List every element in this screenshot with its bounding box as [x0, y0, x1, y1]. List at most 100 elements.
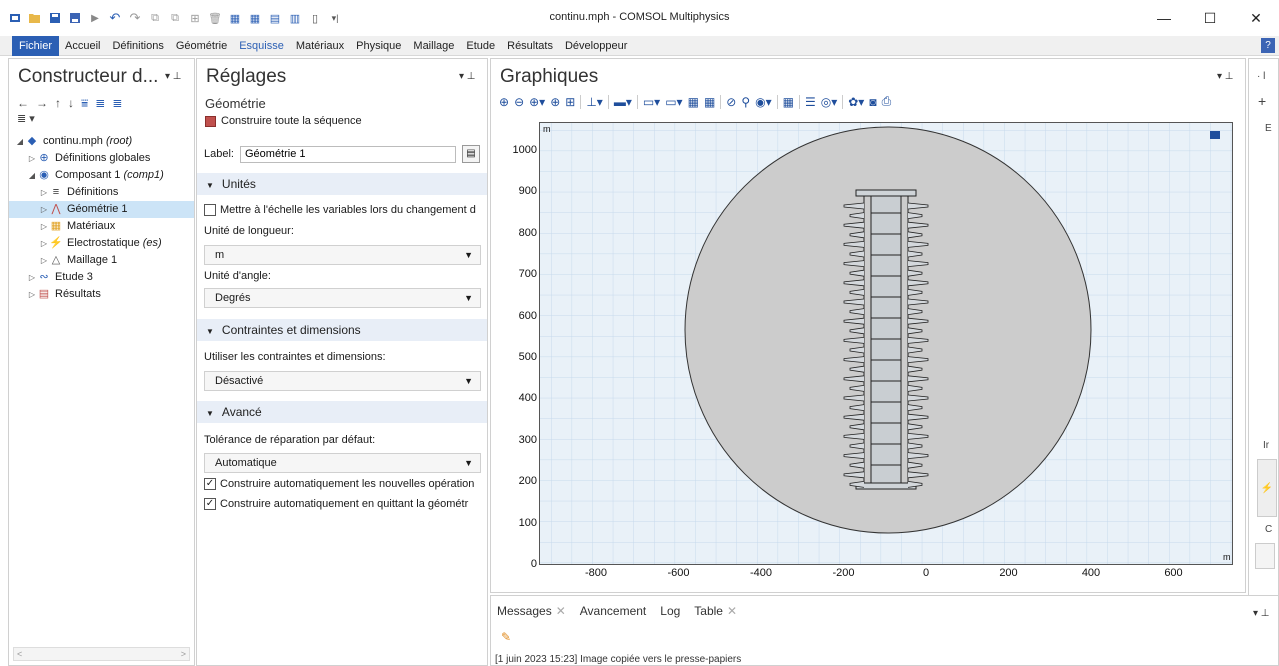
auto-build-leave-box[interactable]: ✓	[204, 498, 216, 510]
minimize-button[interactable]: —	[1141, 0, 1187, 36]
scale-variables-checkbox[interactable]: Mettre à l'échelle les variables lors du…	[204, 204, 484, 216]
select-objects-icon[interactable]: ▭▾	[665, 95, 682, 109]
tree-item-0[interactable]: ◢ ◆ continu.mph (root)	[9, 133, 194, 150]
menu-fichier[interactable]: Fichier	[12, 36, 60, 56]
study-icon: ∾	[39, 271, 49, 283]
right-panel-box[interactable]	[1255, 543, 1275, 569]
tree-options-icon[interactable]: ≣ ▾	[17, 112, 35, 125]
zoom-selected-icon[interactable]: ⊕	[550, 95, 560, 109]
transparency-icon[interactable]: ☰	[805, 95, 816, 109]
show-icon[interactable]: ⚲	[741, 95, 750, 109]
right-panel-tab[interactable]: · l	[1257, 71, 1265, 82]
tree-item-5[interactable]: ▷ ▦ Matériaux	[9, 218, 194, 235]
menu-geometrie[interactable]: Géométrie	[170, 36, 233, 56]
add-icon[interactable]: +	[1258, 93, 1266, 109]
expand-arrow-icon[interactable]: ▷	[39, 218, 49, 235]
section-constraints[interactable]: ▼ Contraintes et dimensions	[197, 319, 487, 341]
menu-esquisse[interactable]: Esquisse	[233, 36, 290, 56]
back-icon[interactable]: ←	[17, 96, 29, 111]
graphics-panel-menu-icon[interactable]: ▾ ⊥	[1217, 71, 1234, 82]
menu-etude[interactable]: Etude	[460, 36, 501, 56]
label-edit-icon[interactable]: ▤	[462, 145, 480, 163]
deselect-icon[interactable]: ▦	[704, 95, 715, 109]
angle-unit-select[interactable]: Degrés ▼	[204, 288, 481, 308]
render-icon[interactable]: ◎▾	[821, 95, 838, 109]
axis-view-icon[interactable]: ⊥▾	[586, 95, 602, 109]
length-unit-select[interactable]: m ▼	[204, 245, 481, 265]
help-button[interactable]: ?	[1261, 38, 1275, 53]
expand-arrow-icon[interactable]: ▷	[39, 201, 49, 218]
repair-tolerance-select[interactable]: Automatique ▼	[204, 453, 481, 473]
chevron-down-icon: ▼	[464, 376, 473, 386]
close-button[interactable]: ✕	[1233, 0, 1279, 36]
clear-messages-icon[interactable]: ✎	[501, 630, 511, 644]
reset-view-icon[interactable]: ✿▾	[848, 95, 864, 109]
hide-icon[interactable]: ⊘	[726, 95, 736, 109]
select-all-icon[interactable]: ▦	[688, 95, 699, 109]
auto-build-new-checkbox[interactable]: ✓ Construire automatiquement les nouvell…	[204, 478, 484, 490]
section-advanced[interactable]: ▼ Avancé	[197, 401, 487, 423]
expand-arrow-icon[interactable]: ▷	[27, 150, 37, 167]
forward-icon[interactable]: →	[36, 96, 48, 111]
menu-physique[interactable]: Physique	[350, 36, 407, 56]
menu-developpeur[interactable]: Développeur	[559, 36, 633, 56]
tree-item-1[interactable]: ▷ ⊕ Définitions globales	[9, 150, 194, 167]
tab-avancement[interactable]: Avancement	[580, 604, 647, 618]
section-units[interactable]: ▼ Unités	[197, 173, 487, 195]
zoom-out-icon[interactable]: ⊖	[514, 95, 524, 109]
tree-item-6[interactable]: ▷ ⚡ Electrostatique (es)	[9, 235, 194, 252]
plot-area[interactable]	[539, 122, 1233, 565]
build-all-button[interactable]: Construire toute la séquence	[205, 115, 362, 127]
expand-arrow-icon[interactable]: ▷	[27, 269, 37, 286]
menu-bar: Fichier Accueil Définitions Géométrie Es…	[0, 36, 1279, 56]
tree-item-7[interactable]: ▷ △ Maillage 1	[9, 252, 194, 269]
collapse-all-icon[interactable]: ≣	[112, 96, 122, 111]
expand-arrow-icon[interactable]: ◢	[15, 133, 25, 150]
label-input[interactable]	[239, 145, 456, 163]
auto-build-new-box[interactable]: ✓	[204, 478, 216, 490]
menu-resultats[interactable]: Résultats	[501, 36, 559, 56]
tree-item-4[interactable]: ▷ ⋀ Géométrie 1	[9, 201, 194, 218]
electrostatics-icon[interactable]: ⚡	[1257, 459, 1277, 517]
menu-accueil[interactable]: Accueil	[59, 36, 106, 56]
zoom-box-icon[interactable]: ⊕▾	[529, 95, 545, 109]
settings-panel-menu-icon[interactable]: ▾ ⊥	[459, 71, 476, 82]
tab-log[interactable]: Log	[660, 604, 680, 618]
select-box-icon[interactable]: ▭▾	[643, 95, 660, 109]
menu-definitions[interactable]: Définitions	[106, 36, 169, 56]
scene-light-icon[interactable]: ▬▾	[614, 95, 632, 109]
menu-maillage[interactable]: Maillage	[407, 36, 460, 56]
expand-arrow-icon[interactable]: ▷	[27, 286, 37, 303]
zoom-extents-icon[interactable]: ⊞	[565, 95, 575, 109]
expand-arrow-icon[interactable]: ▷	[39, 235, 49, 252]
expand-arrow-icon[interactable]: ◢	[27, 167, 37, 184]
auto-build-leave-checkbox[interactable]: ✓ Construire automatiquement en quittant…	[204, 498, 484, 510]
use-constraints-label: Utiliser les contraintes et dimensions:	[204, 351, 386, 363]
zoom-in-icon[interactable]: ⊕	[499, 95, 509, 109]
expand-arrow-icon[interactable]: ▷	[39, 184, 49, 201]
panel-menu-icon[interactable]: ▾ ⊥	[165, 71, 182, 82]
tab-messages[interactable]: Messages ✕	[497, 604, 566, 618]
menu-materiaux[interactable]: Matériaux	[290, 36, 350, 56]
tree-item-3[interactable]: ▷ ≡ Définitions	[9, 184, 194, 201]
tree-item-8[interactable]: ▷ ∾ Etude 3	[9, 269, 194, 286]
messages-panel-menu-icon[interactable]: ▾ ⊥	[1253, 608, 1270, 619]
tree-horizontal-scrollbar[interactable]: < >	[13, 647, 190, 661]
tree-item-2[interactable]: ◢ ◉ Composant 1 (comp1)	[9, 167, 194, 184]
y-tick-label: 0	[530, 558, 537, 570]
move-down-icon[interactable]: ↓	[68, 96, 74, 111]
maximize-button[interactable]: ☐	[1187, 0, 1233, 36]
print-icon[interactable]: ⎙	[882, 94, 892, 109]
snapshot-icon[interactable]: ◙	[869, 95, 876, 109]
move-up-icon[interactable]: ↑	[55, 96, 61, 111]
scale-variables-box[interactable]	[204, 204, 216, 216]
filter-icon[interactable]: ⩸	[81, 96, 88, 111]
component-icon: ◉	[39, 169, 49, 181]
tree-item-9[interactable]: ▷ ▤ Résultats	[9, 286, 194, 303]
expand-arrow-icon[interactable]: ▷	[39, 252, 49, 269]
wireframe-icon[interactable]: ◉▾	[755, 95, 772, 109]
tab-table[interactable]: Table ✕	[694, 604, 737, 618]
use-constraints-select[interactable]: Désactivé ▼	[204, 371, 481, 391]
expand-all-icon[interactable]: ≣	[95, 96, 105, 111]
grid-icon[interactable]: ▦	[783, 95, 794, 109]
